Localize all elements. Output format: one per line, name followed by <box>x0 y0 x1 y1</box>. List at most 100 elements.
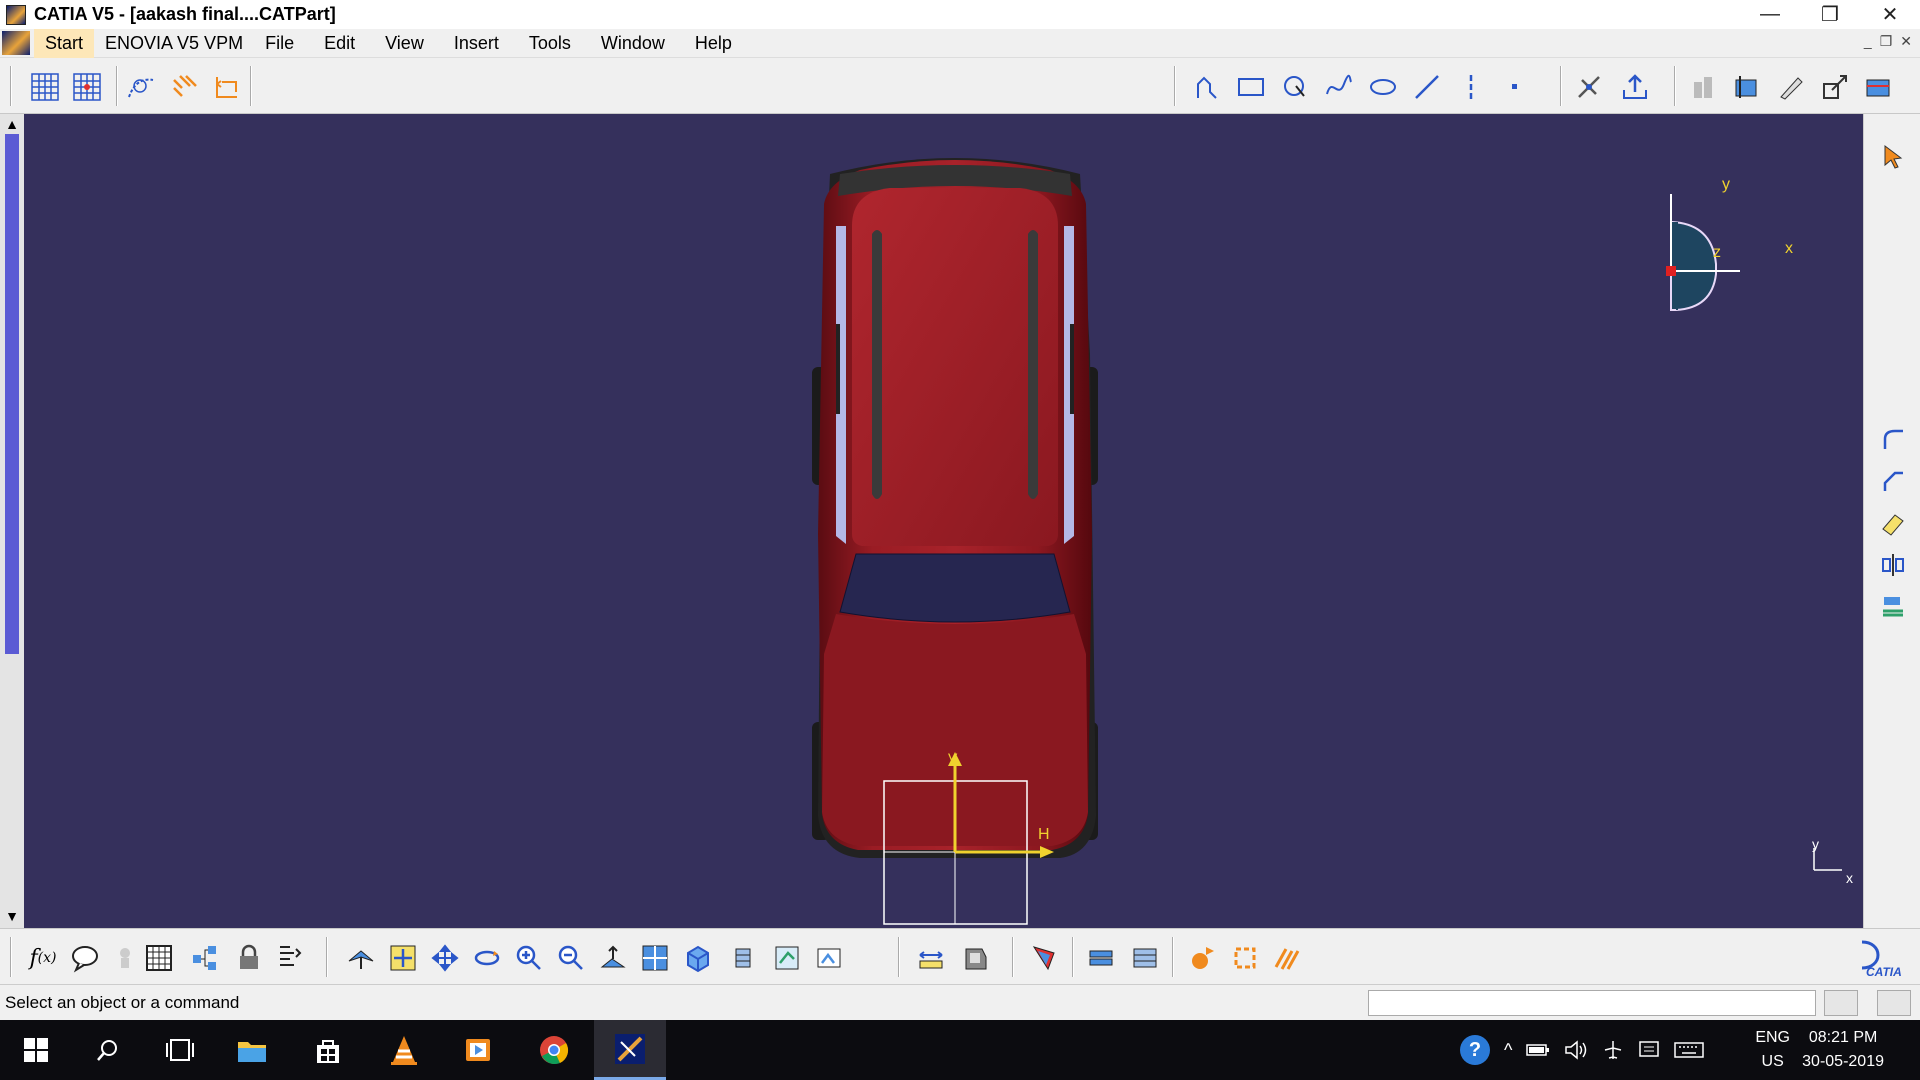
doc-minimize-button[interactable]: _ <box>1864 33 1872 50</box>
3d-viewport[interactable]: y x z V H y x <box>0 114 1863 928</box>
ellipse-icon[interactable] <box>1366 70 1400 104</box>
system-tray: ? ^ <box>1460 1020 1705 1080</box>
keyboard-icon[interactable] <box>1674 1041 1705 1059</box>
rotate-icon[interactable] <box>470 941 504 975</box>
snap-to-point-icon[interactable] <box>70 70 104 104</box>
sketch-plane-icon[interactable] <box>1128 941 1162 975</box>
trim-eraser-icon[interactable] <box>1876 506 1910 540</box>
language-indicator[interactable]: ENG US <box>1755 1026 1790 1074</box>
status-button-1[interactable] <box>1824 990 1858 1016</box>
catalog-browser-icon[interactable] <box>188 941 222 975</box>
menu-start[interactable]: Start <box>34 28 95 58</box>
battery-icon[interactable] <box>1526 1042 1550 1058</box>
catia-app-icon <box>6 4 26 25</box>
chamfer-icon[interactable] <box>1876 464 1910 498</box>
menu-insert[interactable]: Insert <box>443 29 510 58</box>
menu-enovia[interactable]: ENOVIA V5 VPM <box>94 29 254 58</box>
catia-taskbar-icon[interactable] <box>594 1020 666 1080</box>
formula-icon[interactable]: f (x) <box>26 941 60 975</box>
volume-icon[interactable] <box>1564 1040 1588 1060</box>
cut-part-by-plane-icon[interactable] <box>1730 70 1764 104</box>
corner-icon[interactable] <box>1876 422 1910 456</box>
menu-help[interactable]: Help <box>684 29 743 58</box>
sketch-analysis-icon[interactable] <box>1774 70 1808 104</box>
compass-icon[interactable] <box>1666 194 1740 312</box>
line-icon[interactable] <box>1410 70 1444 104</box>
vertical-scrollbar[interactable]: ▲ ▼ <box>0 114 24 928</box>
comment-icon[interactable] <box>68 941 102 975</box>
scale-icon[interactable] <box>1228 941 1262 975</box>
media-player-icon[interactable] <box>442 1020 514 1080</box>
swap-visible-space-icon[interactable] <box>812 941 846 975</box>
menu-file[interactable]: File <box>254 29 305 58</box>
chrome-icon[interactable] <box>518 1020 590 1080</box>
fly-mode-icon[interactable] <box>344 941 378 975</box>
doc-close-button[interactable]: ✕ <box>1900 33 1912 50</box>
iso-view-icon[interactable] <box>680 941 714 975</box>
exit-workbench-icon[interactable] <box>1618 70 1652 104</box>
operation-icon[interactable] <box>1572 70 1606 104</box>
visualization-icon[interactable] <box>1862 70 1896 104</box>
pan-icon[interactable] <box>428 941 462 975</box>
svg-text:CATIA: CATIA <box>1866 965 1902 978</box>
normal-view-icon[interactable] <box>1818 70 1852 104</box>
windows-start-icon[interactable] <box>0 1020 72 1080</box>
airplane-mode-icon[interactable] <box>1602 1039 1624 1061</box>
tree-expand-icon[interactable] <box>272 941 306 975</box>
analysis-icon[interactable] <box>1688 70 1722 104</box>
project-3d-elements-icon[interactable] <box>1876 590 1910 624</box>
show-hidden-icons-icon[interactable]: ^ <box>1504 1040 1512 1061</box>
clock[interactable]: 08:21 PM 30-05-2019 <box>1802 1026 1884 1074</box>
point-icon[interactable] <box>1498 70 1532 104</box>
spline-icon[interactable] <box>1322 70 1356 104</box>
restore-button[interactable]: ❐ <box>1800 0 1860 29</box>
hide-show-icon[interactable] <box>770 941 804 975</box>
zoom-out-icon[interactable] <box>554 941 588 975</box>
pattern-icon[interactable] <box>1270 941 1304 975</box>
geometrical-constraints-icon[interactable] <box>168 70 202 104</box>
menu-window[interactable]: Window <box>590 29 676 58</box>
design-table-icon[interactable] <box>142 941 176 975</box>
scrollbar-thumb[interactable] <box>5 134 19 654</box>
command-input[interactable] <box>1368 990 1816 1016</box>
status-button-2[interactable] <box>1877 990 1911 1016</box>
translate-icon[interactable] <box>1186 941 1220 975</box>
menu-edit[interactable]: Edit <box>313 29 366 58</box>
close-button[interactable]: ✕ <box>1860 0 1920 29</box>
scroll-down-icon[interactable]: ▼ <box>4 908 20 924</box>
vlc-icon[interactable] <box>368 1020 440 1080</box>
minimize-button[interactable]: — <box>1740 0 1800 29</box>
circle-tool-icon[interactable] <box>1278 70 1312 104</box>
measure-item-icon[interactable] <box>958 941 992 975</box>
update-icon[interactable] <box>1084 941 1118 975</box>
multi-view-icon[interactable] <box>638 941 672 975</box>
normal-view-icon[interactable] <box>596 941 630 975</box>
fit-all-in-icon[interactable] <box>386 941 420 975</box>
apply-material-icon[interactable] <box>1028 941 1062 975</box>
bottom-toolbar: f (x) CATIA <box>0 928 1920 984</box>
task-view-icon[interactable] <box>144 1020 216 1080</box>
construction-element-icon[interactable] <box>124 70 158 104</box>
grid-icon[interactable] <box>28 70 62 104</box>
zoom-in-icon[interactable] <box>512 941 546 975</box>
help-icon[interactable]: ? <box>1460 1035 1490 1065</box>
mirror-icon[interactable] <box>1876 548 1910 582</box>
rectangle-icon[interactable] <box>1234 70 1268 104</box>
menu-tools[interactable]: Tools <box>518 29 582 58</box>
action-center-icon[interactable] <box>1638 1040 1660 1060</box>
select-arrow-icon[interactable] <box>1876 140 1910 174</box>
shading-icon[interactable] <box>726 941 760 975</box>
dimensional-constraints-icon[interactable] <box>210 70 244 104</box>
lock-icon[interactable] <box>232 941 266 975</box>
profile-icon[interactable] <box>1190 70 1224 104</box>
search-icon[interactable] <box>72 1020 144 1080</box>
store-icon[interactable] <box>292 1020 364 1080</box>
menu-view[interactable]: View <box>374 29 435 58</box>
doc-restore-button[interactable]: ❐ <box>1880 33 1893 50</box>
file-explorer-icon[interactable] <box>216 1020 288 1080</box>
axis-icon[interactable] <box>1454 70 1488 104</box>
catia-document-icon[interactable] <box>2 31 30 55</box>
measure-between-icon[interactable] <box>914 941 948 975</box>
scroll-up-icon[interactable]: ▲ <box>4 116 20 132</box>
knowledge-icon[interactable] <box>108 941 142 975</box>
